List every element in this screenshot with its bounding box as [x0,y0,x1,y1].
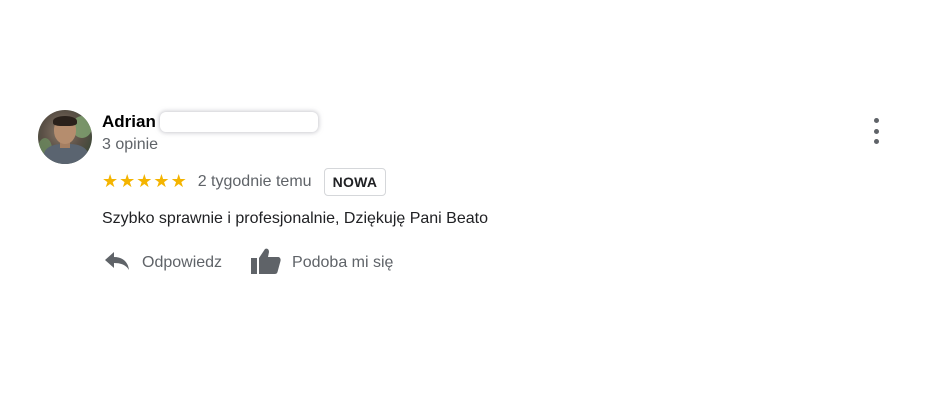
avatar-hair [53,116,77,126]
star-rating: ★ ★ ★ ★ ★ [102,173,188,191]
new-badge: NOWA [323,168,387,196]
reply-icon [102,249,132,278]
review-card: Adrian 3 opinie ★ ★ ★ ★ ★ 2 tygodnie tem… [38,110,898,290]
review-actions: Odpowiedz Podoba mi się [102,248,393,278]
review-time: 2 tygodnie temu [197,173,312,190]
menu-dot [873,139,879,144]
reply-button[interactable]: Odpowiedz [102,249,222,278]
star-icon: ★ [136,171,153,192]
star-icon: ★ [153,171,170,192]
thumbs-up-icon [250,247,282,280]
review-text: Szybko sprawnie i profesjonalnie, Dzięku… [102,210,488,227]
like-button[interactable]: Podoba mi się [250,247,393,280]
menu-dot [873,118,879,123]
rating-row: ★ ★ ★ ★ ★ 2 tygodnie temu NOWA [102,168,387,196]
more-vert-icon[interactable] [864,118,888,144]
redacted-surname [159,112,318,132]
reviewer-name[interactable]: Adrian [102,112,156,132]
star-icon: ★ [119,171,136,192]
star-icon: ★ [170,171,187,192]
reply-label: Odpowiedz [142,254,223,271]
reviewer-review-count: 3 opinie [102,136,159,153]
avatar[interactable] [38,110,92,164]
menu-dot [873,128,879,134]
star-icon: ★ [102,171,119,192]
reviewer-name-row: Adrian [102,110,318,134]
like-label: Podoba mi się [292,254,394,271]
